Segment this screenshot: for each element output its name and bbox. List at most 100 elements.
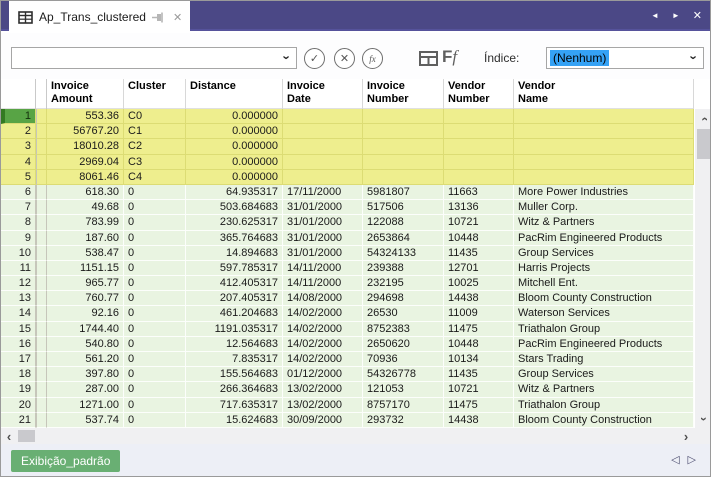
row-number[interactable]: 5: [1, 170, 36, 185]
cell-cluster[interactable]: 0: [124, 352, 186, 367]
cell-cluster[interactable]: 0: [124, 413, 186, 428]
cell-vendor_number[interactable]: 11009: [444, 306, 514, 321]
cell-invoice_date[interactable]: 14/02/2000: [283, 352, 363, 367]
cell-vendor_name[interactable]: More Power Industries: [514, 185, 694, 200]
cell-cluster[interactable]: 0: [124, 215, 186, 230]
cell-cluster[interactable]: 0: [124, 200, 186, 215]
cell-invoice_number[interactable]: 26530: [363, 306, 444, 321]
equation-input[interactable]: [12, 49, 278, 67]
cell-vendor_name[interactable]: [514, 124, 694, 139]
cell-invoice_number[interactable]: 294698: [363, 291, 444, 306]
cell-invoice_amount[interactable]: 1151.15: [47, 261, 124, 276]
cell-invoice_number[interactable]: 8757170: [363, 398, 444, 413]
cell-invoice_date[interactable]: [283, 124, 363, 139]
view-badge[interactable]: Exibição_padrão: [11, 450, 120, 472]
table-row[interactable]: 318010.28C20.000000: [1, 139, 694, 154]
cell-distance[interactable]: 7.835317: [186, 352, 283, 367]
cell-vendor_number[interactable]: [444, 124, 514, 139]
cell-vendor_number[interactable]: 14438: [444, 413, 514, 428]
function-button[interactable]: fx: [362, 48, 383, 69]
cell-vendor_name[interactable]: Muller Corp.: [514, 200, 694, 215]
cell-invoice_number[interactable]: 54324133: [363, 246, 444, 261]
cell-cluster[interactable]: 0: [124, 231, 186, 246]
cell-vendor_number[interactable]: 10448: [444, 231, 514, 246]
chevron-down-icon[interactable]: ›: [278, 49, 296, 67]
cell-invoice_amount[interactable]: 561.20: [47, 352, 124, 367]
cell-vendor_number[interactable]: 11475: [444, 322, 514, 337]
cell-invoice_number[interactable]: 239388: [363, 261, 444, 276]
scroll-down-icon[interactable]: ›: [695, 411, 711, 426]
cell-invoice_number[interactable]: [363, 109, 444, 124]
table-row[interactable]: 8783.990230.62531731/01/200012208810721W…: [1, 215, 694, 230]
cell-distance[interactable]: 15.624683: [186, 413, 283, 428]
table-row[interactable]: 256767.20C10.000000: [1, 124, 694, 139]
table-row[interactable]: 42969.04C30.000000: [1, 155, 694, 170]
cell-distance[interactable]: 155.564683: [186, 367, 283, 382]
close-window-icon[interactable]: ✕: [693, 11, 702, 22]
cell-vendor_name[interactable]: Triathalon Group: [514, 398, 694, 413]
cell-vendor_name[interactable]: Witz & Partners: [514, 215, 694, 230]
cell-cluster[interactable]: 0: [124, 185, 186, 200]
table-row[interactable]: 16540.80012.56468314/02/2000265062010448…: [1, 337, 694, 352]
cell-cluster[interactable]: 0: [124, 337, 186, 352]
cell-distance[interactable]: 0.000000: [186, 139, 283, 154]
cell-invoice_date[interactable]: 31/01/2000: [283, 200, 363, 215]
cell-vendor_name[interactable]: Waterson Services: [514, 306, 694, 321]
table-row[interactable]: 749.680503.68468331/01/200051750613136Mu…: [1, 200, 694, 215]
row-number[interactable]: 2: [1, 124, 36, 139]
cell-vendor_number[interactable]: [444, 109, 514, 124]
table-row[interactable]: 1553.36C00.000000: [1, 109, 694, 124]
cell-vendor_name[interactable]: [514, 155, 694, 170]
cell-invoice_amount[interactable]: 618.30: [47, 185, 124, 200]
equation-combobox[interactable]: ›: [11, 47, 297, 69]
cell-invoice_amount[interactable]: 92.16: [47, 306, 124, 321]
cell-vendor_name[interactable]: Bloom County Construction: [514, 291, 694, 306]
grid-view-icon[interactable]: [419, 51, 438, 71]
table-row[interactable]: 13760.770207.40531714/08/200029469814438…: [1, 291, 694, 306]
cell-distance[interactable]: 230.625317: [186, 215, 283, 230]
column-header-vendor_number[interactable]: VendorNumber: [444, 79, 514, 109]
cell-distance[interactable]: 12.564683: [186, 337, 283, 352]
cell-distance[interactable]: 503.684683: [186, 200, 283, 215]
row-number[interactable]: 16: [1, 337, 36, 352]
cell-distance[interactable]: 0.000000: [186, 155, 283, 170]
row-number[interactable]: 13: [1, 291, 36, 306]
cell-invoice_amount[interactable]: 537.74: [47, 413, 124, 428]
cell-invoice_number[interactable]: 121053: [363, 382, 444, 397]
cell-vendor_name[interactable]: Bloom County Construction: [514, 413, 694, 428]
cell-invoice_number[interactable]: 54326778: [363, 367, 444, 382]
cell-invoice_amount[interactable]: 553.36: [47, 109, 124, 124]
pin-icon[interactable]: [152, 12, 165, 23]
table-row[interactable]: 151744.4001191.03531714/02/2000875238311…: [1, 322, 694, 337]
table-row[interactable]: 18397.800155.56468301/12/200054326778114…: [1, 367, 694, 382]
cell-distance[interactable]: 266.364683: [186, 382, 283, 397]
cell-invoice_number[interactable]: 517506: [363, 200, 444, 215]
row-number[interactable]: 21: [1, 413, 36, 428]
cell-invoice_amount[interactable]: 397.80: [47, 367, 124, 382]
cell-invoice_number[interactable]: 2653864: [363, 231, 444, 246]
row-number[interactable]: 19: [1, 382, 36, 397]
column-header-invoice_date[interactable]: InvoiceDate: [283, 79, 363, 109]
table-row[interactable]: 111151.150597.78531714/11/20002393881270…: [1, 261, 694, 276]
cell-invoice_date[interactable]: 31/01/2000: [283, 231, 363, 246]
cell-distance[interactable]: 597.785317: [186, 261, 283, 276]
cell-invoice_amount[interactable]: 49.68: [47, 200, 124, 215]
column-header-invoice_number[interactable]: InvoiceNumber: [363, 79, 444, 109]
cell-invoice_amount[interactable]: 187.60: [47, 231, 124, 246]
cell-invoice_date[interactable]: 13/02/2000: [283, 398, 363, 413]
cell-vendor_name[interactable]: Mitchell Ent.: [514, 276, 694, 291]
cell-vendor_name[interactable]: [514, 170, 694, 185]
cell-vendor_number[interactable]: 11475: [444, 398, 514, 413]
column-header-invoice_amount[interactable]: InvoiceAmount: [47, 79, 124, 109]
cell-vendor_name[interactable]: [514, 109, 694, 124]
cell-invoice_amount[interactable]: 783.99: [47, 215, 124, 230]
cell-vendor_number[interactable]: 13136: [444, 200, 514, 215]
cell-invoice_date[interactable]: 31/01/2000: [283, 246, 363, 261]
cell-invoice_date[interactable]: 14/08/2000: [283, 291, 363, 306]
vertical-scrollbar[interactable]: › ›: [695, 109, 711, 428]
cell-distance[interactable]: 207.405317: [186, 291, 283, 306]
row-number[interactable]: 12: [1, 276, 36, 291]
cell-distance[interactable]: 0.000000: [186, 124, 283, 139]
validate-button[interactable]: ✓: [304, 48, 325, 69]
cell-distance[interactable]: 461.204683: [186, 306, 283, 321]
